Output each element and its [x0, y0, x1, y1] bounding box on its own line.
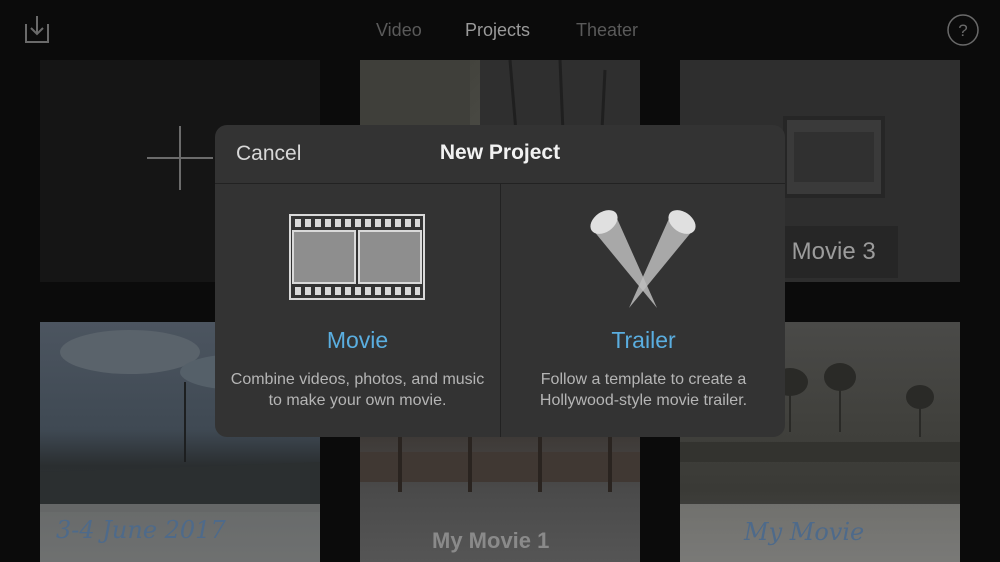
- film-strip-icon: [289, 214, 425, 300]
- dialog-title: New Project: [439, 141, 561, 164]
- dialog-header: Cancel New Project: [215, 125, 785, 184]
- project-caption: 3-4 June 2017: [56, 516, 226, 544]
- tab-projects[interactable]: Projects: [465, 20, 530, 41]
- new-project-dialog: Cancel New Project Movie Combine videos,…: [215, 125, 785, 437]
- import-icon[interactable]: [22, 14, 52, 46]
- plus-icon-bar: [147, 157, 213, 159]
- trailer-option[interactable]: Trailer Follow a template to create a Ho…: [501, 184, 785, 437]
- trailer-description: Follow a template to create a Hollywood-…: [539, 371, 748, 409]
- project-title: My Movie 1: [432, 528, 550, 553]
- movie-option[interactable]: Movie Combine videos, photos, and music …: [215, 184, 500, 437]
- movie-label: Movie: [326, 327, 389, 353]
- project-title: y Movie 3: [773, 238, 876, 265]
- tab-video[interactable]: Video: [376, 20, 422, 41]
- spotlights-icon: [590, 210, 696, 308]
- project-caption: My Movie: [744, 518, 865, 546]
- movie-description: Combine videos, photos, and music to mak…: [230, 371, 485, 409]
- help-icon[interactable]: ?: [947, 14, 979, 46]
- svg-text:?: ?: [958, 21, 967, 40]
- trailer-label: Trailer: [611, 327, 676, 353]
- top-bar: Video Projects Theater ?: [0, 0, 1000, 60]
- tab-theater[interactable]: Theater: [576, 20, 638, 41]
